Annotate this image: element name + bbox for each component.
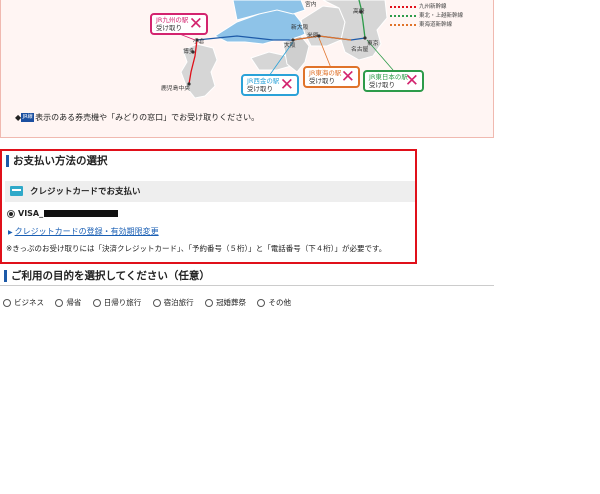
pickup-instruction: ◆ JR線 表示のある券売機や「みどりの窓口」でお受け取りください。 <box>15 112 259 123</box>
city-label-kokura: 小倉 <box>193 39 205 45</box>
station-box-jr-tokai: JR東海の駅 受け取り ✕ <box>303 66 360 88</box>
purpose-option-homecoming[interactable]: 帰省 <box>55 297 81 308</box>
divider <box>0 285 494 286</box>
station-box-jr-west: JR西金の駅 受け取り ✕ <box>241 74 299 96</box>
unavailable-x-icon: ✕ <box>404 71 419 91</box>
purpose-option-ceremony[interactable]: 冠婚葬祭 <box>205 297 246 308</box>
redacted-card-number <box>44 210 119 217</box>
radio[interactable] <box>257 299 266 307</box>
radio[interactable] <box>205 299 214 307</box>
radio[interactable] <box>92 299 101 307</box>
city-label-top: 宮内 <box>305 2 317 8</box>
purpose-option-day-trip[interactable]: 日帰り旅行 <box>92 297 141 308</box>
city-label-shin-osaka: 新大阪 <box>291 25 309 31</box>
arrow-right-icon: ▶ <box>8 229 13 236</box>
card-radio[interactable] <box>7 209 15 218</box>
city-label-maibara: 米原 <box>307 33 319 39</box>
station-box-jr-east: JR東日本の駅 受け取り ✕ <box>363 70 424 92</box>
city-label-kagoshima: 鹿児島中央 <box>161 86 190 92</box>
purpose-option-overnight-trip[interactable]: 宿泊旅行 <box>152 297 194 308</box>
jr-mark-icon: JR線 <box>21 113 35 122</box>
city-label-nagoya: 名古屋 <box>351 47 369 53</box>
pickup-instruction-text: 表示のある券売機や「みどりの窓口」でお受け取りください。 <box>35 113 260 122</box>
unavailable-x-icon: ✕ <box>188 14 203 34</box>
radio[interactable] <box>152 299 161 307</box>
radio[interactable] <box>3 299 11 307</box>
payment-note: ※きっぷのお受け取りには「決済クレジットカード」、「予約番号（５桁）」と「電話番… <box>6 244 387 253</box>
unavailable-x-icon: ✕ <box>340 67 355 87</box>
pickup-map-panel: 小倉 博多 鹿児島中央 新大阪 大阪 米原 東京 名古屋 高崎 宮内 JR九州の… <box>0 0 494 138</box>
station-box-jr-kyushu: JR九州の駅 受け取り ✕ <box>150 13 208 35</box>
purpose-section-title: ご利用の目的を選択してください（任意） <box>4 270 210 282</box>
legend-item: 東北・上越新幹線 <box>390 13 463 20</box>
purpose-options: ビジネス 帰省 日帰り旅行 宿泊旅行 冠婚葬祭 その他 <box>3 297 300 308</box>
legend-item: 東海道新幹線 <box>390 22 452 29</box>
payment-method-section: お支払い方法の選択 クレジットカードでお支払い VISA_ ▶ クレジットカードの… <box>0 149 417 264</box>
city-label-osaka: 大阪 <box>284 43 296 49</box>
legend-item: 九州新幹線 <box>390 4 447 11</box>
credit-card-payment-label: クレジットカードでお支払い <box>30 187 141 197</box>
payment-section-title: お支払い方法の選択 <box>6 155 108 167</box>
city-label-takasaki: 高崎 <box>353 9 365 15</box>
radio[interactable] <box>55 299 64 307</box>
card-registration-link[interactable]: ▶ クレジットカードの登録・有効期限変更 <box>8 226 159 237</box>
credit-card-icon <box>10 186 23 196</box>
legend-line-swatch <box>390 14 416 17</box>
city-label-hakata: 博多 <box>183 49 195 55</box>
city-label-tokyo: 東京 <box>367 41 379 47</box>
legend-line-swatch <box>390 5 416 8</box>
unavailable-x-icon: ✕ <box>279 75 294 95</box>
card-option[interactable]: VISA_ <box>7 209 119 218</box>
purpose-option-other[interactable]: その他 <box>257 297 291 308</box>
purpose-option-business[interactable]: ビジネス <box>3 297 44 308</box>
card-label: VISA_ <box>18 209 44 218</box>
legend-line-swatch <box>390 23 416 26</box>
credit-card-payment-header: クレジットカードでお支払い <box>5 181 415 202</box>
card-registration-link-text[interactable]: クレジットカードの登録・有効期限変更 <box>15 227 159 236</box>
